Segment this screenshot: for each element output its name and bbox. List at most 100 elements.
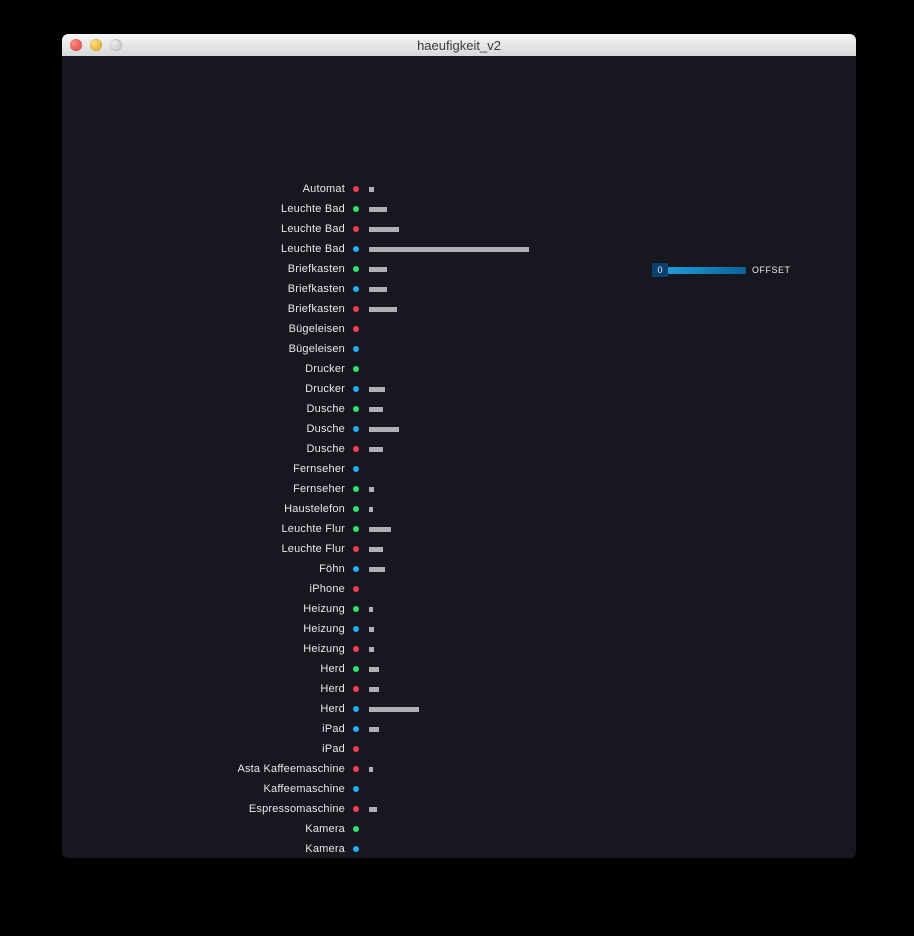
item-label: Leuchte Bad xyxy=(62,243,345,255)
item-label: Herd xyxy=(62,663,345,675)
item-label: Föhn xyxy=(62,563,345,575)
item-label: Leuchte Flur xyxy=(62,543,345,555)
list-item[interactable]: iPad xyxy=(62,739,856,759)
value-bar xyxy=(369,807,377,812)
list-item[interactable]: Kamera xyxy=(62,819,856,839)
list-item[interactable]: Dusche xyxy=(62,419,856,439)
color-dot-icon xyxy=(353,606,359,612)
list-item[interactable]: Drucker xyxy=(62,359,856,379)
list-item[interactable]: iPhone xyxy=(62,579,856,599)
list-item[interactable]: Heizung xyxy=(62,639,856,659)
list-item[interactable]: Dusche xyxy=(62,399,856,419)
item-label: Leuchte Bad xyxy=(62,203,345,215)
list-item[interactable]: Leuchte Bad xyxy=(62,219,856,239)
item-label: Kamera xyxy=(62,843,345,855)
value-bar xyxy=(369,227,399,232)
color-dot-icon xyxy=(353,186,359,192)
item-label: Briefkasten xyxy=(62,283,345,295)
value-bar xyxy=(369,447,383,452)
item-label: Dusche xyxy=(62,403,345,415)
item-label: Dusche xyxy=(62,423,345,435)
title-bar[interactable]: haeufigkeit_v2 xyxy=(62,34,856,57)
value-bar xyxy=(369,307,397,312)
list-item[interactable]: Leuchte Flur xyxy=(62,539,856,559)
list-item[interactable]: Leuchte Bad xyxy=(62,239,856,259)
color-dot-icon xyxy=(353,746,359,752)
list-item[interactable]: Drucker xyxy=(62,379,856,399)
color-dot-icon xyxy=(353,386,359,392)
list-item[interactable]: Kamera xyxy=(62,839,856,858)
color-dot-icon xyxy=(353,486,359,492)
offset-slider[interactable]: 0 OFFSET xyxy=(652,263,791,277)
list-item[interactable]: Dusche xyxy=(62,439,856,459)
list-item[interactable]: Bügeleisen xyxy=(62,339,856,359)
list-item[interactable]: Kaffeemaschine xyxy=(62,779,856,799)
item-label: Automat xyxy=(62,183,345,195)
value-bar xyxy=(369,267,387,272)
app-window: haeufigkeit_v2 Automat Leuchte Bad Leuchte… xyxy=(62,34,856,858)
color-dot-icon xyxy=(353,646,359,652)
color-dot-icon xyxy=(353,726,359,732)
color-dot-icon xyxy=(353,346,359,352)
item-label: Leuchte Flur xyxy=(62,523,345,535)
value-bar xyxy=(369,387,385,392)
color-dot-icon xyxy=(353,766,359,772)
value-bar xyxy=(369,667,379,672)
list-item[interactable]: Herd xyxy=(62,699,856,719)
item-label: Fernseher xyxy=(62,483,345,495)
color-dot-icon xyxy=(353,686,359,692)
list-item[interactable]: Föhn xyxy=(62,559,856,579)
list-item[interactable]: iPad xyxy=(62,719,856,739)
value-bar xyxy=(369,567,385,572)
list-item[interactable]: Leuchte Flur xyxy=(62,519,856,539)
minimize-icon[interactable] xyxy=(90,39,102,51)
window-controls xyxy=(62,39,122,51)
value-bar xyxy=(369,427,399,432)
color-dot-icon xyxy=(353,706,359,712)
color-dot-icon xyxy=(353,286,359,292)
color-dot-icon xyxy=(353,626,359,632)
list-item[interactable]: Haustelefon xyxy=(62,499,856,519)
list-item[interactable]: Herd xyxy=(62,679,856,699)
list-item[interactable]: Briefkasten xyxy=(62,279,856,299)
item-label: Briefkasten xyxy=(62,263,345,275)
item-label: Drucker xyxy=(62,363,345,375)
list-item[interactable]: Asta Kaffeemaschine xyxy=(62,759,856,779)
color-dot-icon xyxy=(353,586,359,592)
color-dot-icon xyxy=(353,526,359,532)
item-label: Heizung xyxy=(62,603,345,615)
item-label: Asta Kaffeemaschine xyxy=(62,763,345,775)
value-bar xyxy=(369,607,373,612)
item-label: Bügeleisen xyxy=(62,343,345,355)
list-item[interactable]: Leuchte Bad xyxy=(62,199,856,219)
list-item[interactable]: Espressomaschine xyxy=(62,799,856,819)
value-bar xyxy=(369,727,379,732)
list-item[interactable]: Automat xyxy=(62,179,856,199)
item-label: Bügeleisen xyxy=(62,323,345,335)
color-dot-icon xyxy=(353,826,359,832)
slider-track[interactable] xyxy=(668,267,746,274)
list-item[interactable]: Heizung xyxy=(62,599,856,619)
color-dot-icon xyxy=(353,506,359,512)
list-item[interactable]: Herd xyxy=(62,659,856,679)
color-dot-icon xyxy=(353,786,359,792)
value-bar xyxy=(369,627,374,632)
slider-value: 0 xyxy=(652,263,668,277)
color-dot-icon xyxy=(353,266,359,272)
list-item[interactable]: Fernseher xyxy=(62,459,856,479)
item-label: Espressomaschine xyxy=(62,803,345,815)
value-bar xyxy=(369,647,374,652)
list-item[interactable]: Briefkasten xyxy=(62,299,856,319)
color-dot-icon xyxy=(353,306,359,312)
list-item[interactable]: Bügeleisen xyxy=(62,319,856,339)
value-bar xyxy=(369,767,373,772)
value-bar xyxy=(369,487,374,492)
close-icon[interactable] xyxy=(70,39,82,51)
slider-label: OFFSET xyxy=(752,265,791,275)
zoom-icon[interactable] xyxy=(110,39,122,51)
list-item[interactable]: Fernseher xyxy=(62,479,856,499)
item-label: Heizung xyxy=(62,623,345,635)
list-item[interactable]: Heizung xyxy=(62,619,856,639)
value-bar xyxy=(369,507,373,512)
color-dot-icon xyxy=(353,206,359,212)
